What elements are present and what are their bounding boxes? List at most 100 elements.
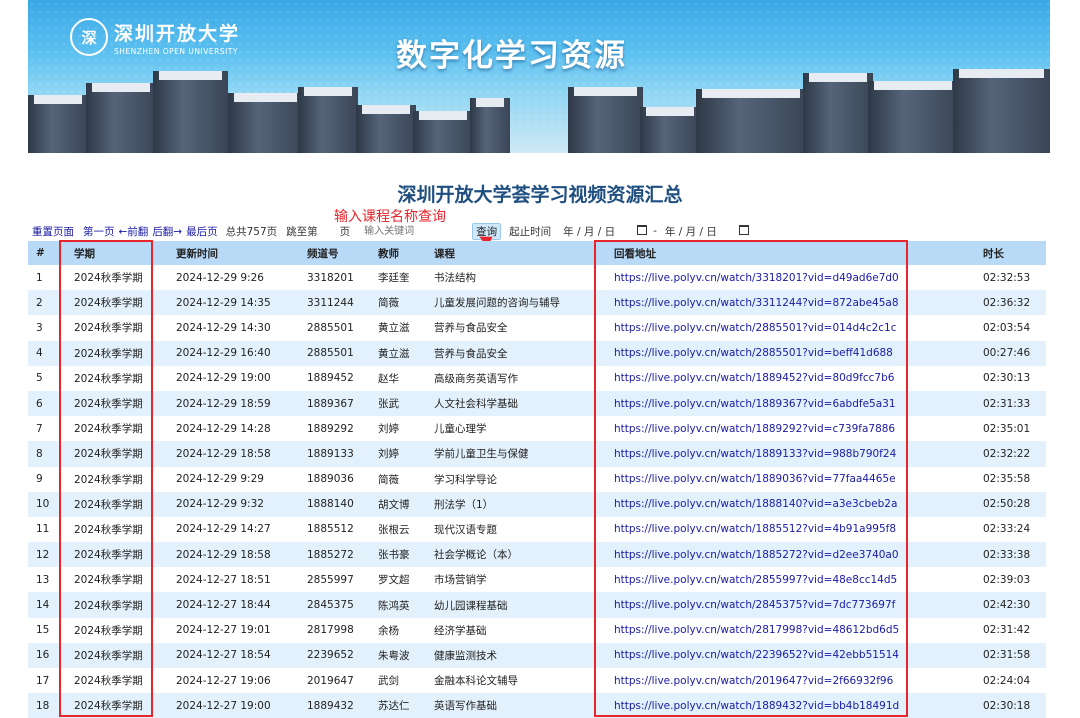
course-cell: 健康监测技术	[426, 642, 606, 668]
col-header-term: 学期	[66, 241, 168, 265]
banner-title: 数字化学习资源	[396, 38, 627, 74]
duration-cell: 02:36:32	[975, 290, 1046, 316]
jump-label: 跳至第	[286, 225, 318, 238]
term-cell: 2024秋季学期	[66, 668, 168, 694]
table-row: 3 2024秋季学期 2024-12-29 14:30 2885501 黄立滋 营养与食品…	[28, 315, 1046, 341]
first-page-link[interactable]: 第一页	[83, 224, 115, 239]
replay-url-link[interactable]: https://live.polyv.cn/watch/1889292?vid=…	[614, 423, 895, 435]
row-index: 6	[28, 390, 66, 417]
col-header-replay-url: 回看地址	[606, 241, 975, 265]
book-decoration	[86, 83, 156, 153]
book-decoration	[356, 105, 416, 153]
last-page-link[interactable]: 最后页	[186, 224, 218, 239]
replay-url-cell: https://live.polyv.cn/watch/1889432?vid=…	[606, 693, 975, 718]
teacher-cell: 朱粤波	[370, 642, 426, 668]
table-row: 2 2024秋季学期 2024-12-29 14:35 3311244 简薇 儿童发展问题…	[28, 290, 1046, 316]
replay-url-link[interactable]: https://live.polyv.cn/watch/1889036?vid=…	[614, 473, 896, 485]
channel-cell: 1889432	[299, 693, 370, 718]
duration-cell: 02:33:38	[975, 542, 1046, 568]
query-button[interactable]: 查询	[472, 222, 502, 240]
replay-url-link[interactable]: https://live.polyv.cn/watch/1889133?vid=…	[614, 448, 896, 460]
table-row: 16 2024秋季学期 2024-12-27 18:54 2239652 朱粤波 健康监测…	[28, 642, 1046, 668]
end-date-placeholder: 年 / 月 / 日	[664, 225, 717, 238]
next-page-link[interactable]: 后翻→	[152, 224, 182, 239]
channel-cell: 2855997	[299, 567, 370, 593]
book-decoration	[28, 95, 88, 153]
table-row: 1 2024秋季学期 2024-12-29 9:26 3318201 李廷奎 书法结构 ht…	[28, 265, 1046, 291]
updated-time-cell: 2024-12-29 18:59	[168, 390, 299, 417]
channel-cell: 2845375	[299, 592, 370, 618]
replay-url-link[interactable]: https://live.polyv.cn/watch/2885501?vid=…	[614, 322, 897, 334]
duration-cell: 02:32:53	[975, 265, 1046, 291]
term-cell: 2024秋季学期	[66, 340, 168, 366]
teacher-cell: 苏达仁	[370, 693, 426, 718]
table-row: 15 2024秋季学期 2024-12-27 19:01 2817998 余杨 经济学基础…	[28, 617, 1046, 643]
duration-cell: 02:39:03	[975, 567, 1046, 593]
calendar-icon[interactable]	[738, 224, 749, 235]
replay-url-link[interactable]: https://live.polyv.cn/watch/2239652?vid=…	[614, 649, 899, 661]
calendar-icon[interactable]	[637, 224, 648, 235]
prev-page-link[interactable]: ←前翻	[119, 224, 149, 239]
replay-url-link[interactable]: https://live.polyv.cn/watch/2019647?vid=…	[614, 675, 893, 687]
book-decoration	[413, 111, 473, 153]
term-cell: 2024秋季学期	[66, 416, 168, 442]
start-date-placeholder: 年 / 月 / 日	[563, 225, 616, 238]
col-header-channel: 频道号	[299, 241, 370, 265]
replay-url-link[interactable]: https://live.polyv.cn/watch/1885272?vid=…	[614, 549, 899, 561]
teacher-cell: 余杨	[370, 617, 426, 643]
row-index: 18	[28, 693, 66, 718]
replay-url-link[interactable]: https://live.polyv.cn/watch/2845375?vid=…	[614, 599, 895, 611]
table-row: 11 2024秋季学期 2024-12-29 14:27 1885512 张根云 现代汉语…	[28, 516, 1046, 543]
table-row: 5 2024秋季学期 2024-12-29 19:00 1889452 赵华 高级商务英语…	[28, 365, 1046, 391]
replay-url-link[interactable]: https://live.polyv.cn/watch/1888140?vid=…	[614, 498, 897, 510]
replay-url-cell: https://live.polyv.cn/watch/1889452?vid=…	[606, 365, 975, 391]
replay-url-link[interactable]: https://live.polyv.cn/watch/1889432?vid=…	[614, 700, 899, 712]
teacher-cell: 罗文超	[370, 567, 426, 593]
replay-url-cell: https://live.polyv.cn/watch/1889133?vid=…	[606, 441, 975, 467]
updated-time-cell: 2024-12-27 19:06	[168, 668, 299, 694]
teacher-cell: 刘婷	[370, 416, 426, 442]
replay-url-link[interactable]: https://live.polyv.cn/watch/1889452?vid=…	[614, 372, 894, 384]
end-date-input[interactable]: 年 / 月 / 日	[665, 224, 749, 239]
updated-time-cell: 2024-12-27 18:44	[168, 592, 299, 618]
channel-cell: 2019647	[299, 668, 370, 694]
col-header-updated: 更新时间	[168, 241, 299, 265]
teacher-cell: 张根云	[370, 516, 426, 543]
course-cell: 书法结构	[426, 265, 606, 291]
row-index: 10	[28, 491, 66, 517]
course-cell: 幼儿园课程基础	[426, 592, 606, 618]
replay-url-cell: https://live.polyv.cn/watch/1889367?vid=…	[606, 390, 975, 417]
page-title: 深圳开放大学荟学习视频资源汇总	[397, 184, 683, 206]
replay-url-link[interactable]: https://live.polyv.cn/watch/1885512?vid=…	[614, 523, 896, 535]
table-row: 10 2024秋季学期 2024-12-29 9:32 1888140 胡文博 刑法学（1…	[28, 491, 1046, 517]
duration-cell: 02:31:42	[975, 617, 1046, 643]
updated-time-cell: 2024-12-29 14:27	[168, 516, 299, 543]
replay-url-link[interactable]: https://live.polyv.cn/watch/1889367?vid=…	[614, 398, 896, 410]
book-decoration	[640, 107, 700, 153]
course-cell: 金融本科论文辅导	[426, 668, 606, 694]
updated-time-cell: 2024-12-29 14:30	[168, 315, 299, 341]
course-cell: 儿童发展问题的咨询与辅导	[426, 290, 606, 316]
replay-url-cell: https://live.polyv.cn/watch/2855997?vid=…	[606, 567, 975, 593]
replay-url-link[interactable]: https://live.polyv.cn/watch/2885501?vid=…	[614, 347, 893, 359]
updated-time-cell: 2024-12-29 19:00	[168, 365, 299, 391]
table-row: 12 2024秋季学期 2024-12-29 18:58 1885272 张书豪 社会学概…	[28, 542, 1046, 568]
start-date-input[interactable]: 年 / 月 / 日	[563, 224, 648, 239]
replay-url-link[interactable]: https://live.polyv.cn/watch/3311244?vid=…	[614, 297, 899, 309]
course-cell: 高级商务英语写作	[426, 365, 606, 391]
replay-url-link[interactable]: https://live.polyv.cn/watch/3318201?vid=…	[614, 272, 899, 284]
table-row: 7 2024秋季学期 2024-12-29 14:28 1889292 刘婷 儿童心理学 h…	[28, 416, 1046, 442]
teacher-cell: 李廷奎	[370, 265, 426, 291]
term-cell: 2024秋季学期	[66, 567, 168, 593]
book-decoration	[868, 81, 958, 153]
updated-time-cell: 2024-12-29 14:28	[168, 416, 299, 442]
replay-url-link[interactable]: https://live.polyv.cn/watch/2855997?vid=…	[614, 574, 897, 586]
term-cell: 2024秋季学期	[66, 617, 168, 643]
duration-cell: 02:03:54	[975, 315, 1046, 341]
teacher-cell: 刘婷	[370, 441, 426, 467]
table-row: 17 2024秋季学期 2024-12-27 19:06 2019647 武剑 金融本科论…	[28, 668, 1046, 694]
keyword-input[interactable]	[362, 224, 467, 238]
reset-page-link[interactable]: 重置页面	[32, 224, 74, 239]
replay-url-cell: https://live.polyv.cn/watch/2845375?vid=…	[606, 592, 975, 618]
replay-url-link[interactable]: https://live.polyv.cn/watch/2817998?vid=…	[614, 624, 899, 636]
